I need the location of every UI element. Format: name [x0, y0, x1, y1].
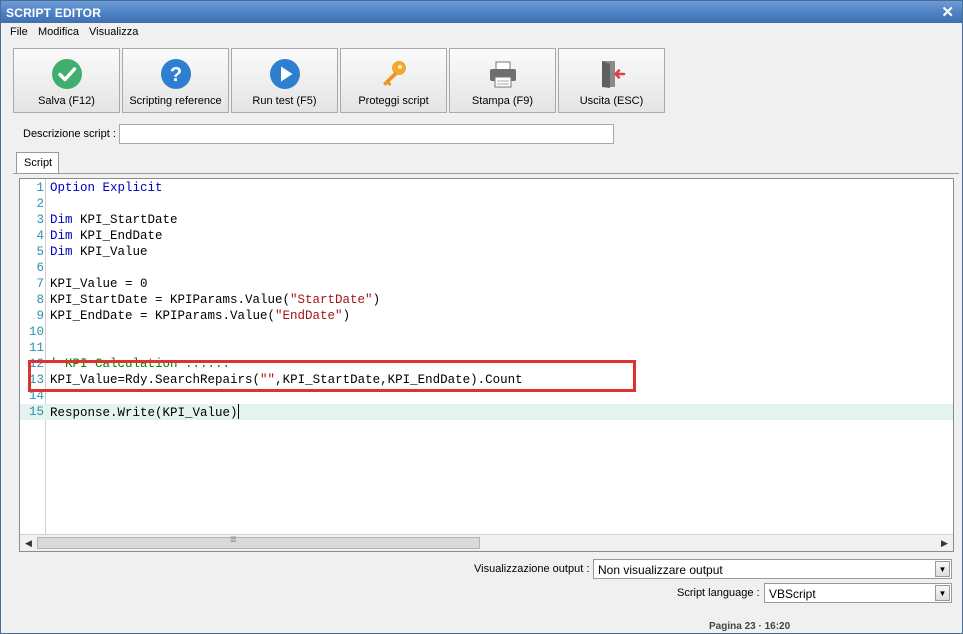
save-button-label: Salva (F12) — [38, 95, 95, 107]
code-line[interactable]: 9 KPI_EndDate = KPIParams.Value("EndDate"… — [20, 308, 953, 324]
code-text: Dim KPI_EndDate — [50, 228, 163, 244]
code-line[interactable]: 6 — [20, 260, 953, 276]
print-label: Stampa (F9) — [471, 95, 534, 107]
code-token: KPI_Value — [72, 245, 148, 259]
exit-button[interactable]: Uscita (ESC) — [558, 48, 665, 113]
script-editor-window: SCRIPT EDITOR ✕ File Modifica Visualizza… — [0, 0, 963, 634]
code-line[interactable]: 10 — [20, 324, 953, 340]
scroll-right-icon[interactable]: ▶ — [937, 536, 952, 550]
code-line[interactable]: 4 Dim KPI_EndDate — [20, 228, 953, 244]
code-text: Dim KPI_Value — [50, 244, 148, 260]
output-select-value: Non visualizzare output — [598, 563, 723, 577]
code-line[interactable]: 5 Dim KPI_Value — [20, 244, 953, 260]
code-line[interactable]: 3 Dim KPI_StartDate — [20, 212, 953, 228]
code-token: Dim — [50, 213, 73, 227]
menu-file[interactable]: File — [10, 26, 28, 38]
status-text: Pagina 23 · 16:20 — [709, 621, 791, 632]
code-text: KPI_EndDate = KPIParams.Value("EndDate") — [50, 308, 350, 324]
code-token: Response.Write(KPI_Value) — [50, 406, 238, 420]
run-test-label: Run test (F5) — [252, 95, 317, 107]
description-input[interactable] — [119, 124, 614, 144]
horizontal-scrollbar[interactable]: ◀ ⁞⁞⁞⁞⁞⁞ ▶ — [20, 534, 953, 551]
code-line[interactable]: 2 — [20, 196, 953, 212]
menu-visualizza[interactable]: Visualizza — [89, 26, 138, 38]
scripting-reference-button[interactable]: ? Scripting reference — [122, 48, 229, 113]
code-text: Dim KPI_StartDate — [50, 212, 178, 228]
protect-script-label: Proteggi script — [358, 95, 429, 107]
code-token: "EndDate" — [275, 309, 343, 323]
close-icon[interactable]: ✕ — [941, 3, 954, 21]
language-select-value: VBScript — [769, 587, 816, 601]
key-icon — [382, 61, 406, 86]
line-number: 10 — [28, 325, 44, 339]
scripting-reference-label: Scripting reference — [129, 95, 222, 107]
print-button[interactable]: Stampa (F9) — [449, 48, 556, 113]
check-circle-icon — [51, 59, 82, 89]
menu-modifica[interactable]: Modifica — [38, 26, 79, 38]
code-token: KPI_Value = 0 — [50, 277, 148, 291]
printer-icon — [489, 61, 516, 88]
code-line[interactable]: 11 — [20, 340, 953, 356]
line-number: 9 — [36, 309, 44, 323]
line-number: 4 — [36, 229, 44, 243]
code-line[interactable]: 15 Response.Write(KPI_Value) — [20, 404, 953, 420]
code-text: KPI_Value = 0 — [50, 276, 148, 292]
title-bar[interactable]: SCRIPT EDITOR ✕ — [1, 1, 962, 23]
line-number: 1 — [36, 181, 44, 195]
protect-script-button[interactable]: Proteggi script — [340, 48, 447, 113]
highlight-annotation — [28, 360, 636, 392]
output-select[interactable]: Non visualizzare output ▼ — [593, 559, 952, 579]
line-number: 5 — [36, 245, 44, 259]
code-token: Dim — [50, 245, 73, 259]
line-number: 6 — [36, 261, 44, 275]
code-token: KPI_StartDate — [72, 213, 178, 227]
scroll-grip-icon: ⁞⁞⁞⁞⁞⁞ — [230, 537, 237, 544]
help-circle-icon: ? — [160, 59, 191, 89]
play-circle-icon — [269, 59, 300, 89]
code-token: KPI_EndDate = KPIParams.Value( — [50, 309, 276, 323]
line-number: 8 — [36, 293, 44, 307]
code-line[interactable]: 1 Option Explicit — [20, 180, 953, 196]
description-label: Descrizione script : — [23, 128, 116, 140]
line-number: 7 — [36, 277, 44, 291]
code-text: Option Explicit — [50, 180, 163, 196]
line-number: 15 — [28, 405, 44, 419]
language-label: Script language : — [677, 587, 760, 599]
code-token: Option Explicit — [50, 181, 163, 195]
menu-bar: File Modifica Visualizza — [1, 23, 962, 42]
text-caret — [237, 404, 239, 419]
line-number: 3 — [36, 213, 44, 227]
code-line[interactable]: 8 KPI_StartDate = KPIParams.Value("StartD… — [20, 292, 953, 308]
code-token: ) — [372, 293, 381, 307]
language-select[interactable]: VBScript ▼ — [764, 583, 952, 603]
code-token: KPI_EndDate — [72, 229, 163, 243]
line-number: 11 — [28, 341, 44, 355]
tab-script-label: Script — [24, 157, 53, 169]
save-button[interactable]: Salva (F12) — [13, 48, 120, 113]
output-label: Visualizzazione output : — [474, 563, 590, 575]
window-title: SCRIPT EDITOR — [6, 6, 102, 20]
code-token: ) — [342, 309, 351, 323]
scrollbar-thumb[interactable] — [37, 537, 480, 549]
line-number: 2 — [36, 197, 44, 211]
svg-text:?: ? — [169, 64, 181, 86]
code-text: Response.Write(KPI_Value) — [50, 404, 239, 421]
tab-divider — [13, 173, 959, 174]
exit-label: Uscita (ESC) — [579, 95, 644, 107]
code-token: Dim — [50, 229, 73, 243]
code-editor[interactable]: 1 Option Explicit 2 3 Dim KPI_StartDate 4 Dim … — [19, 178, 954, 552]
code-text: KPI_StartDate = KPIParams.Value("StartDa… — [50, 292, 380, 308]
code-line[interactable]: 7 KPI_Value = 0 — [20, 276, 953, 292]
code-token: "StartDate" — [290, 293, 373, 307]
exit-door-icon — [601, 61, 625, 88]
tab-script[interactable]: Script — [16, 152, 59, 174]
chevron-down-icon[interactable]: ▼ — [935, 561, 950, 577]
code-token: KPI_StartDate = KPIParams.Value( — [50, 293, 291, 307]
chevron-down-icon[interactable]: ▼ — [935, 585, 950, 601]
run-test-button[interactable]: Run test (F5) — [231, 48, 338, 113]
scroll-left-icon[interactable]: ◀ — [21, 536, 36, 550]
